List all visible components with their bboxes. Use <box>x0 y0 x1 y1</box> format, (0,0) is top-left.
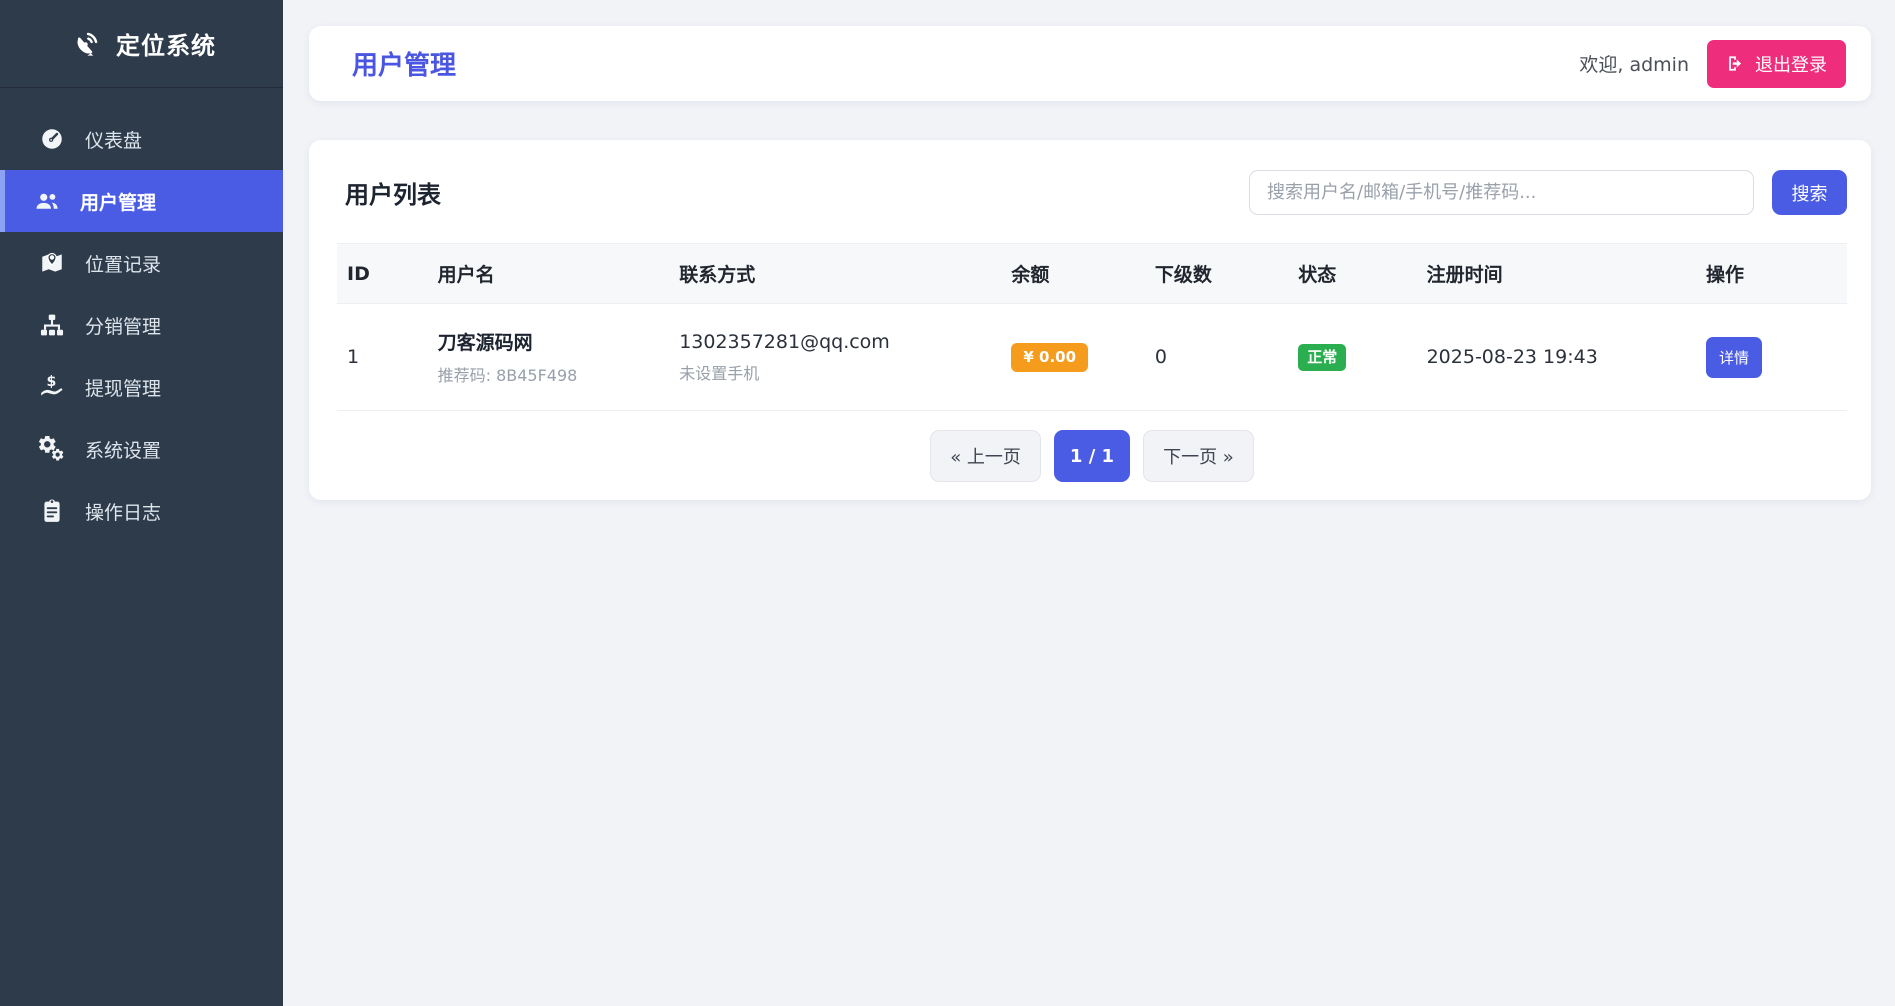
username: 刀客源码网 <box>438 328 660 355</box>
search-input[interactable] <box>1249 170 1754 215</box>
next-page-button[interactable]: 下一页 » <box>1143 430 1254 482</box>
logout-button[interactable]: 退出登录 <box>1707 40 1846 88</box>
user-table: ID 用户名 联系方式 余额 下级数 状态 注册时间 操作 1 刀客源码网 <box>337 243 1847 411</box>
sidebar-item-user-management[interactable]: 用户管理 <box>0 170 283 232</box>
column-actions: 操作 <box>1696 244 1847 304</box>
clipboard-icon <box>39 498 65 524</box>
balance-badge: ¥ 0.00 <box>1011 343 1088 372</box>
column-balance: 余额 <box>1001 244 1144 304</box>
sidebar-item-label: 系统设置 <box>85 436 161 463</box>
satellite-dish-icon <box>72 30 100 58</box>
header-right: 欢迎, admin 退出登录 <box>1579 40 1846 88</box>
column-status: 状态 <box>1288 244 1416 304</box>
sidebar-item-label: 位置记录 <box>85 250 161 277</box>
gauge-icon <box>39 126 65 152</box>
cell-status: 正常 <box>1288 304 1416 411</box>
main-content: 用户管理 欢迎, admin 退出登录 用户列表 搜索 <box>283 0 1895 1006</box>
email: 1302357281@qq.com <box>679 331 991 353</box>
sidebar-item-distribution[interactable]: 分销管理 <box>0 294 283 356</box>
column-username: 用户名 <box>428 244 670 304</box>
page-header: 用户管理 欢迎, admin 退出登录 <box>309 26 1871 101</box>
sidebar-item-label: 操作日志 <box>85 498 161 525</box>
list-title: 用户列表 <box>345 175 441 210</box>
sidebar-item-dashboard[interactable]: 仪表盘 <box>0 108 283 170</box>
sitemap-icon <box>39 312 65 338</box>
sidebar-item-label: 分销管理 <box>85 312 161 339</box>
sidebar-item-label: 仪表盘 <box>85 126 142 153</box>
map-marker-icon <box>39 250 65 276</box>
phone-status: 未设置手机 <box>679 360 991 384</box>
search-button[interactable]: 搜索 <box>1772 170 1847 215</box>
column-registered: 注册时间 <box>1417 244 1696 304</box>
column-contact: 联系方式 <box>669 244 1001 304</box>
sidebar-nav: 仪表盘 用户管理 位置记录 分销管理 提现管理 系统设置 <box>0 88 283 542</box>
column-id: ID <box>337 244 428 304</box>
app-logo: 定位系统 <box>0 0 283 88</box>
cell-actions: 详情 <box>1696 304 1847 411</box>
detail-button[interactable]: 详情 <box>1706 337 1762 378</box>
cell-username: 刀客源码网 推荐码: 8B45F498 <box>428 304 670 411</box>
app-title: 定位系统 <box>116 26 216 61</box>
pagination: « 上一页 1 / 1 下一页 » <box>337 430 1847 482</box>
sidebar-item-system-settings[interactable]: 系统设置 <box>0 418 283 480</box>
page-title: 用户管理 <box>352 45 456 82</box>
search-area: 搜索 <box>1249 170 1847 215</box>
cell-contact: 1302357281@qq.com 未设置手机 <box>669 304 1001 411</box>
card-head: 用户列表 搜索 <box>337 140 1847 243</box>
prev-page-button[interactable]: « 上一页 <box>930 430 1041 482</box>
table-header-row: ID 用户名 联系方式 余额 下级数 状态 注册时间 操作 <box>337 244 1847 304</box>
current-page-indicator: 1 / 1 <box>1054 430 1130 482</box>
cogs-icon <box>39 436 65 462</box>
table-row: 1 刀客源码网 推荐码: 8B45F498 1302357281@qq.com … <box>337 304 1847 411</box>
users-icon <box>34 188 60 214</box>
cell-registered-time: 2025-08-23 19:43 <box>1417 304 1696 411</box>
referral-code: 推荐码: 8B45F498 <box>438 362 660 386</box>
sidebar-item-withdrawal[interactable]: 提现管理 <box>0 356 283 418</box>
app-root: 定位系统 仪表盘 用户管理 位置记录 分销管理 提现管理 <box>0 0 1895 1006</box>
sidebar-item-label: 提现管理 <box>85 374 161 401</box>
sidebar: 定位系统 仪表盘 用户管理 位置记录 分销管理 提现管理 <box>0 0 283 1006</box>
cell-subordinates: 0 <box>1145 304 1288 411</box>
cell-id: 1 <box>337 304 428 411</box>
sidebar-item-location-records[interactable]: 位置记录 <box>0 232 283 294</box>
sidebar-item-label: 用户管理 <box>80 188 156 215</box>
welcome-text: 欢迎, admin <box>1579 50 1689 77</box>
cell-balance: ¥ 0.00 <box>1001 304 1144 411</box>
column-subordinates: 下级数 <box>1145 244 1288 304</box>
sidebar-item-operation-logs[interactable]: 操作日志 <box>0 480 283 542</box>
status-badge: 正常 <box>1298 344 1346 371</box>
user-list-card: 用户列表 搜索 ID 用户名 联系方式 余额 <box>309 140 1871 500</box>
logout-label: 退出登录 <box>1755 51 1827 77</box>
sign-out-icon <box>1726 54 1745 73</box>
hand-dollar-icon <box>39 374 65 400</box>
